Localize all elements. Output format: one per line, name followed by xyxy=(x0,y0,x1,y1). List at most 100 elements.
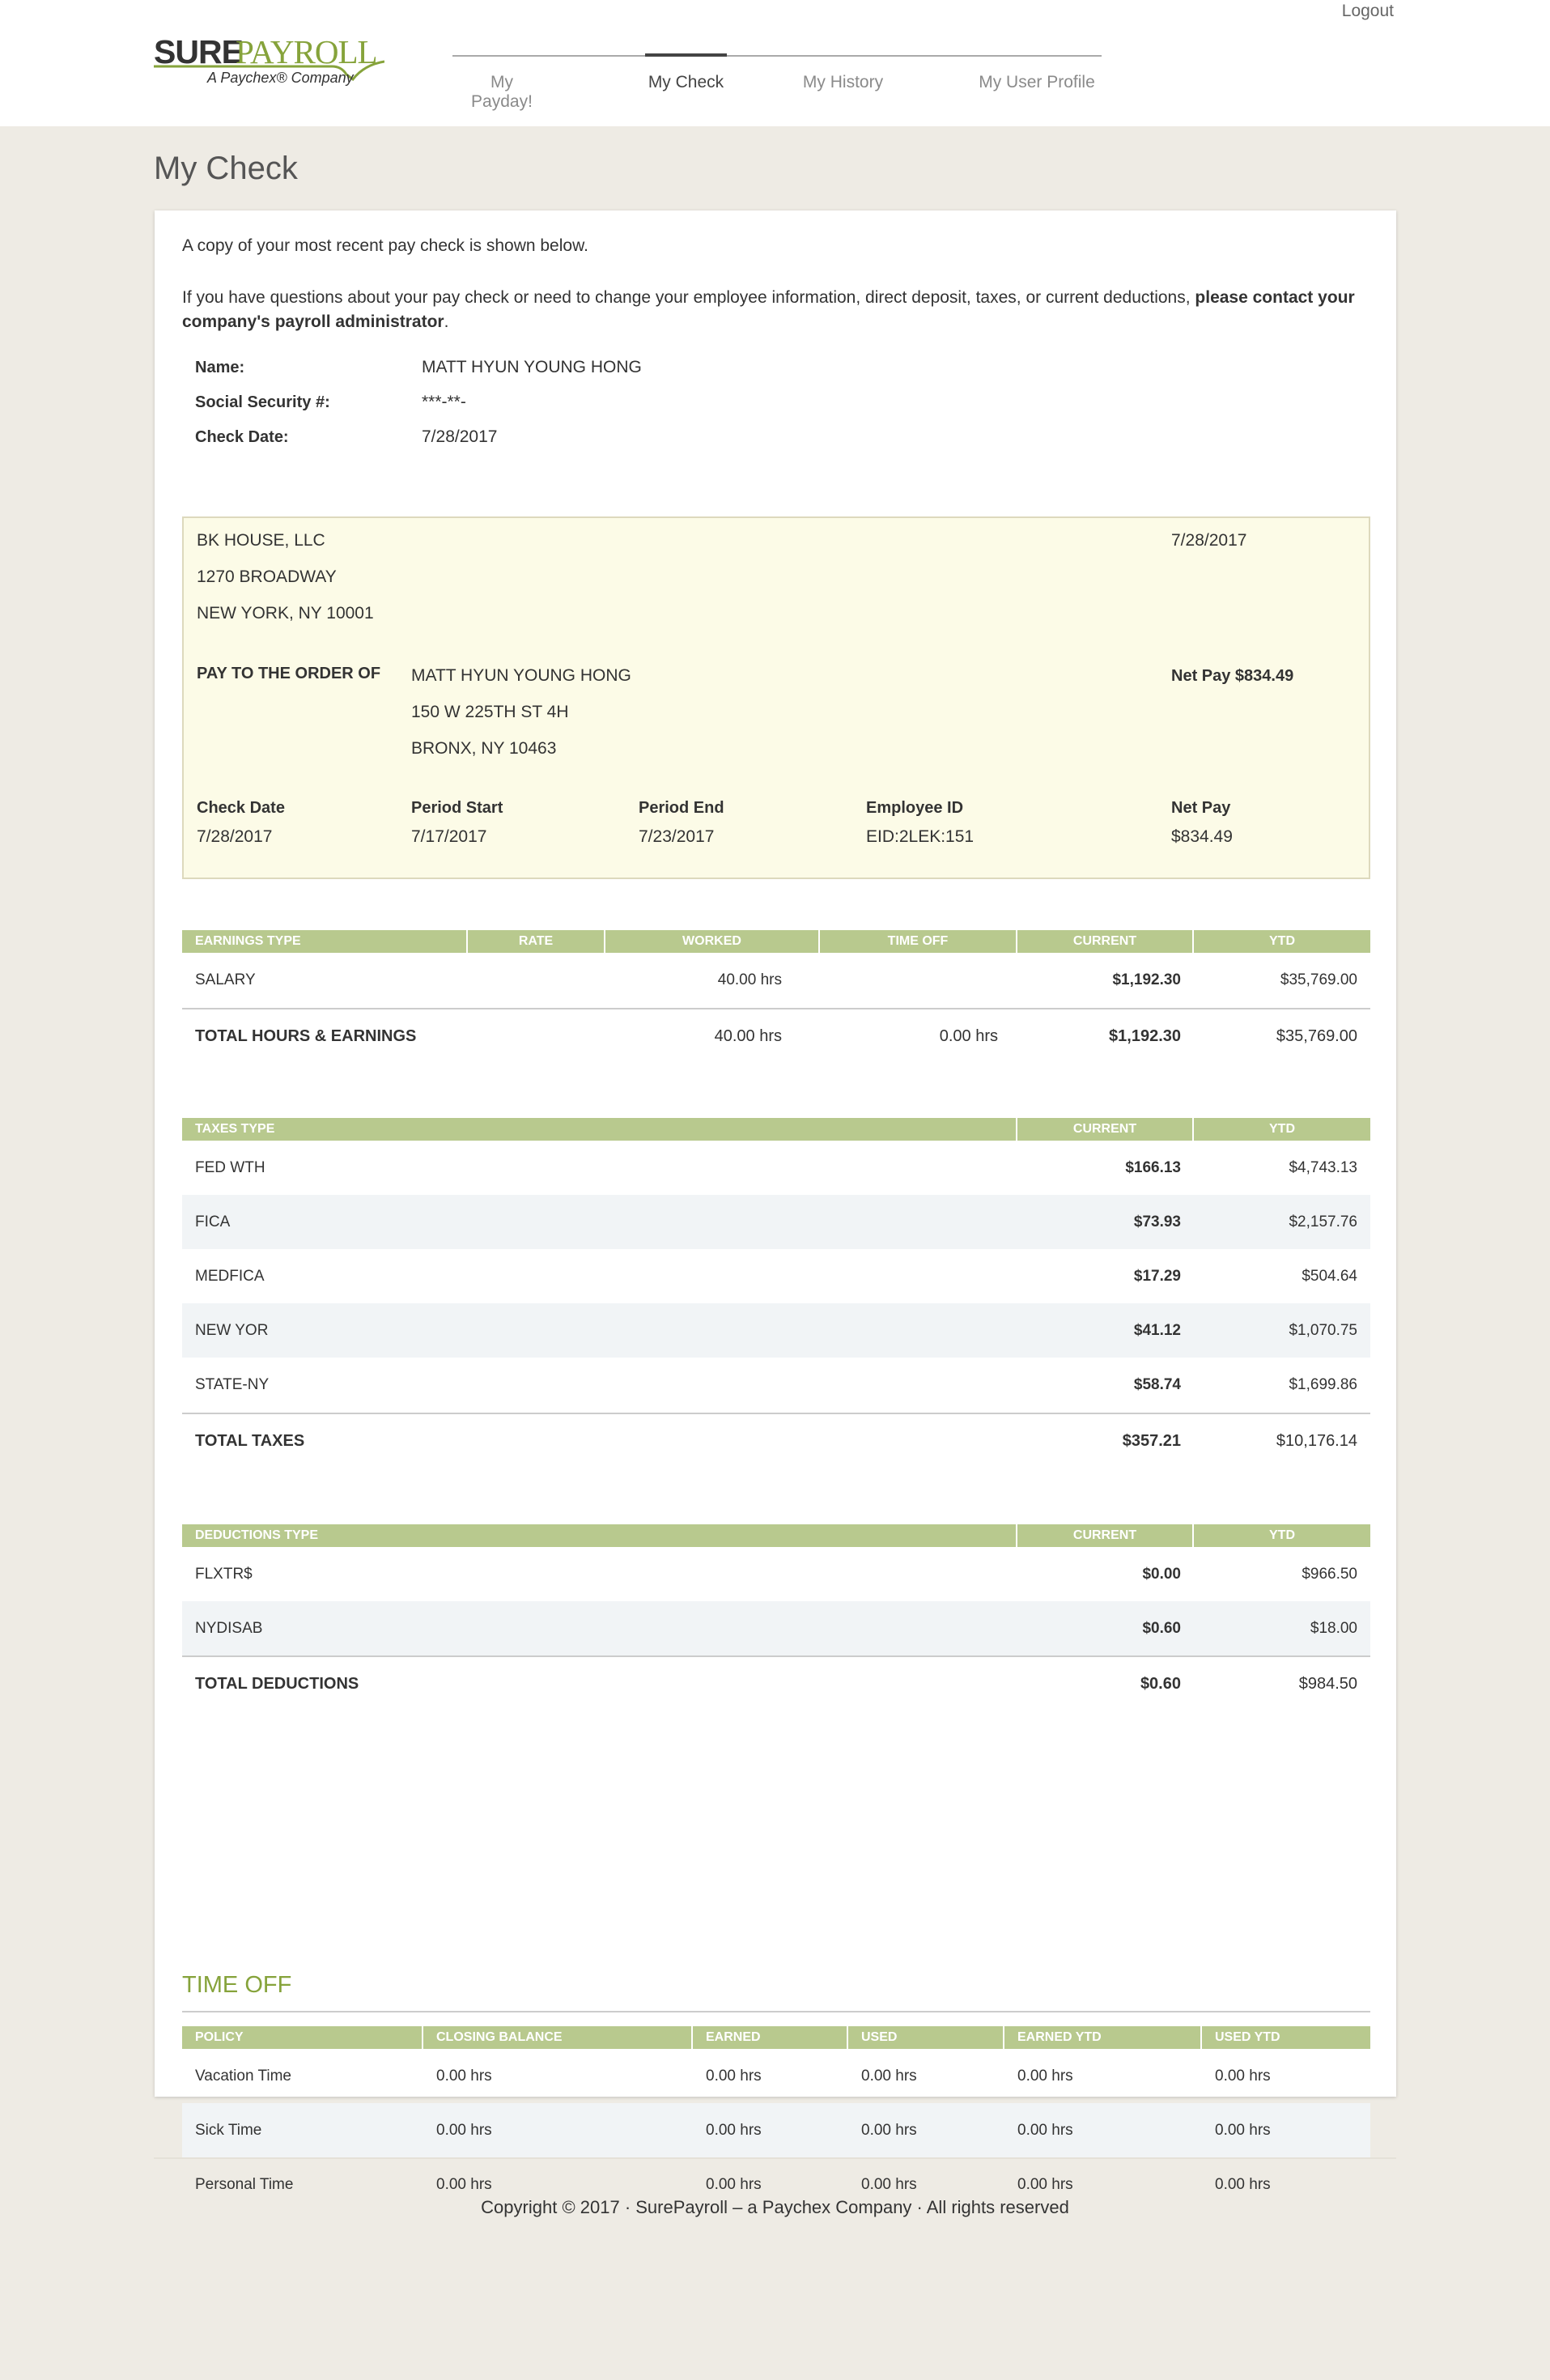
tax-current: $166.13 xyxy=(1125,1159,1181,1176)
table-header: DEDUCTIONS TYPE CURRENT YTD xyxy=(182,1524,1370,1547)
column-header: EARNED xyxy=(693,2026,848,2049)
column-header: YTD xyxy=(1269,1122,1295,1136)
total-label: TOTAL HOURS & EARNINGS xyxy=(195,1027,417,1045)
pay-check: BK HOUSE, LLC 1270 BROADWAY NEW YORK, NY… xyxy=(182,516,1370,879)
column-header: TAXES TYPE xyxy=(182,1118,1017,1141)
table-row: STATE-NY $58.74 $1,699.86 xyxy=(182,1358,1370,1412)
deduction-current: $0.60 xyxy=(1142,1620,1181,1637)
tax-current: $58.74 xyxy=(1133,1376,1181,1393)
employee-id-heading: Employee ID xyxy=(866,799,964,817)
check-top-date: 7/28/2017 xyxy=(1171,531,1247,550)
period-end-text: 7/23/2017 xyxy=(639,827,715,846)
check-card: A copy of your most recent pay check is … xyxy=(155,210,1396,2193)
earnings-ytd: $35,769.00 xyxy=(1280,971,1357,988)
total-ytd: $10,176.14 xyxy=(1276,1432,1357,1450)
earnings-type: SALARY xyxy=(195,971,256,988)
total-label: TOTAL DEDUCTIONS xyxy=(195,1675,359,1693)
column-header: POLICY xyxy=(182,2026,423,2049)
total-time-off: 0.00 hrs xyxy=(939,1027,998,1045)
check-date-value: 7/28/2017 xyxy=(422,427,498,446)
total-ytd: $984.50 xyxy=(1298,1675,1357,1693)
time-off-title: TIME OFF xyxy=(182,1972,292,1998)
contact-notice: If you have questions about your pay che… xyxy=(182,288,1355,331)
table-row: NEW YOR $41.12 $1,070.75 xyxy=(182,1303,1370,1358)
tax-type: FED WTH xyxy=(195,1159,265,1176)
company-address1: 1270 BROADWAY xyxy=(197,567,337,586)
table-header: TAXES TYPE CURRENT YTD xyxy=(182,1118,1370,1141)
used-ytd: 0.00 hrs xyxy=(1215,2122,1271,2139)
tax-ytd: $1,699.86 xyxy=(1289,1376,1357,1393)
total-worked: 40.00 hrs xyxy=(714,1027,782,1045)
period-start-heading: Period Start xyxy=(411,799,503,817)
period-end-heading: Period End xyxy=(639,799,724,817)
earnings-current: $1,192.30 xyxy=(1112,971,1181,988)
earned: 0.00 hrs xyxy=(706,2122,762,2139)
tax-current: $73.93 xyxy=(1133,1213,1181,1230)
column-header: CLOSING BALANCE xyxy=(423,2026,693,2049)
employee-id-text: EID:2LEK:151 xyxy=(866,827,975,846)
page-title: My Check xyxy=(154,151,298,186)
surepayroll-logo[interactable]: SURE PAYROLL A Paychex® Company xyxy=(154,36,384,89)
total-row: TOTAL HOURS & EARNINGS 40.00 hrs 0.00 hr… xyxy=(182,1008,1370,1065)
tax-current: $17.29 xyxy=(1133,1268,1181,1285)
column-header: TIME OFF xyxy=(820,930,1017,953)
pay-to-label: PAY TO THE ORDER OF xyxy=(197,665,381,682)
taxes-table: TAXES TYPE CURRENT YTD FED WTH $166.13 $… xyxy=(182,1118,1370,1474)
earned-ytd: 0.00 hrs xyxy=(1017,2122,1073,2139)
net-pay-amount: Net Pay $834.49 xyxy=(1171,667,1294,685)
table-row: Sick Time 0.00 hrs 0.00 hrs 0.00 hrs 0.0… xyxy=(182,2103,1370,2157)
column-header: WORKED xyxy=(605,930,820,953)
tax-type: STATE-NY xyxy=(195,1376,270,1393)
employee-name: MATT HYUN YOUNG HONG xyxy=(422,358,642,376)
column-header: USED YTD xyxy=(1215,2030,1280,2044)
used: 0.00 hrs xyxy=(861,2068,917,2085)
policy-name: Vacation Time xyxy=(195,2068,291,2085)
earnings-table: EARNINGS TYPE RATE WORKED TIME OFF CURRE… xyxy=(182,930,1370,1084)
deduction-ytd: $966.50 xyxy=(1302,1566,1357,1583)
footer-divider xyxy=(154,2157,1396,2159)
copyright-footer: Copyright © 2017 · SurePayroll – a Paych… xyxy=(481,2197,1069,2217)
table-row: FLXTR$ $0.00 $966.50 xyxy=(182,1547,1370,1601)
column-header: YTD xyxy=(1269,934,1295,948)
tax-current: $41.12 xyxy=(1133,1322,1181,1339)
logo-tagline: A Paychex® Company xyxy=(207,70,354,86)
table-row: Vacation Time 0.00 hrs 0.00 hrs 0.00 hrs… xyxy=(182,2049,1370,2103)
nav-my-check[interactable]: My Check xyxy=(645,53,727,104)
deduction-ytd: $18.00 xyxy=(1310,1620,1357,1637)
nav-my-user-profile[interactable]: My User Profile xyxy=(979,57,1095,104)
table-row: FED WTH $166.13 $4,743.13 xyxy=(182,1141,1370,1195)
nav-my-payday[interactable]: My Payday! xyxy=(461,57,542,111)
period-start-text: 7/17/2017 xyxy=(411,827,487,846)
tax-ytd: $1,070.75 xyxy=(1289,1322,1357,1339)
check-date-text: 7/28/2017 xyxy=(197,827,273,846)
payee-address1: 150 W 225TH ST 4H xyxy=(411,703,569,721)
tax-ytd: $4,743.13 xyxy=(1289,1159,1357,1176)
column-header: USED xyxy=(848,2026,1004,2049)
table-header: EARNINGS TYPE RATE WORKED TIME OFF CURRE… xyxy=(182,930,1370,953)
payee-name: MATT HYUN YOUNG HONG xyxy=(411,666,631,685)
earned-ytd: 0.00 hrs xyxy=(1017,2068,1073,2085)
main-nav: My Payday! My Check My History My User P… xyxy=(452,53,1102,111)
time-off-table: POLICY CLOSING BALANCE EARNED USED EARNE… xyxy=(182,2026,1370,2221)
total-row: TOTAL TAXES $357.21 $10,176.14 xyxy=(182,1413,1370,1469)
logout-link[interactable]: Logout xyxy=(1342,2,1394,21)
used-ytd: 0.00 hrs xyxy=(1215,2068,1271,2085)
company-address2: NEW YORK, NY 10001 xyxy=(197,604,374,623)
closing-balance: 0.00 hrs xyxy=(436,2122,492,2139)
check-date-label: Check Date: xyxy=(195,428,289,446)
nav-my-history[interactable]: My History xyxy=(802,57,884,104)
tax-type: NEW YOR xyxy=(195,1322,269,1339)
check-date-heading: Check Date xyxy=(197,799,285,817)
tax-type: MEDFICA xyxy=(195,1268,265,1285)
policy-name: Sick Time xyxy=(195,2122,262,2139)
earnings-worked: 40.00 hrs xyxy=(717,971,782,988)
deduction-type: NYDISAB xyxy=(195,1620,263,1637)
column-header: CURRENT xyxy=(1017,930,1194,953)
intro-text: A copy of your most recent pay check is … xyxy=(182,236,588,255)
table-row: MEDFICA $17.29 $504.64 xyxy=(182,1249,1370,1303)
closing-balance: 0.00 hrs xyxy=(436,2068,492,2085)
column-header: CURRENT xyxy=(1017,1524,1194,1547)
total-current: $1,192.30 xyxy=(1109,1027,1181,1045)
net-pay-text: $834.49 xyxy=(1171,827,1233,846)
total-label: TOTAL TAXES xyxy=(195,1432,305,1450)
